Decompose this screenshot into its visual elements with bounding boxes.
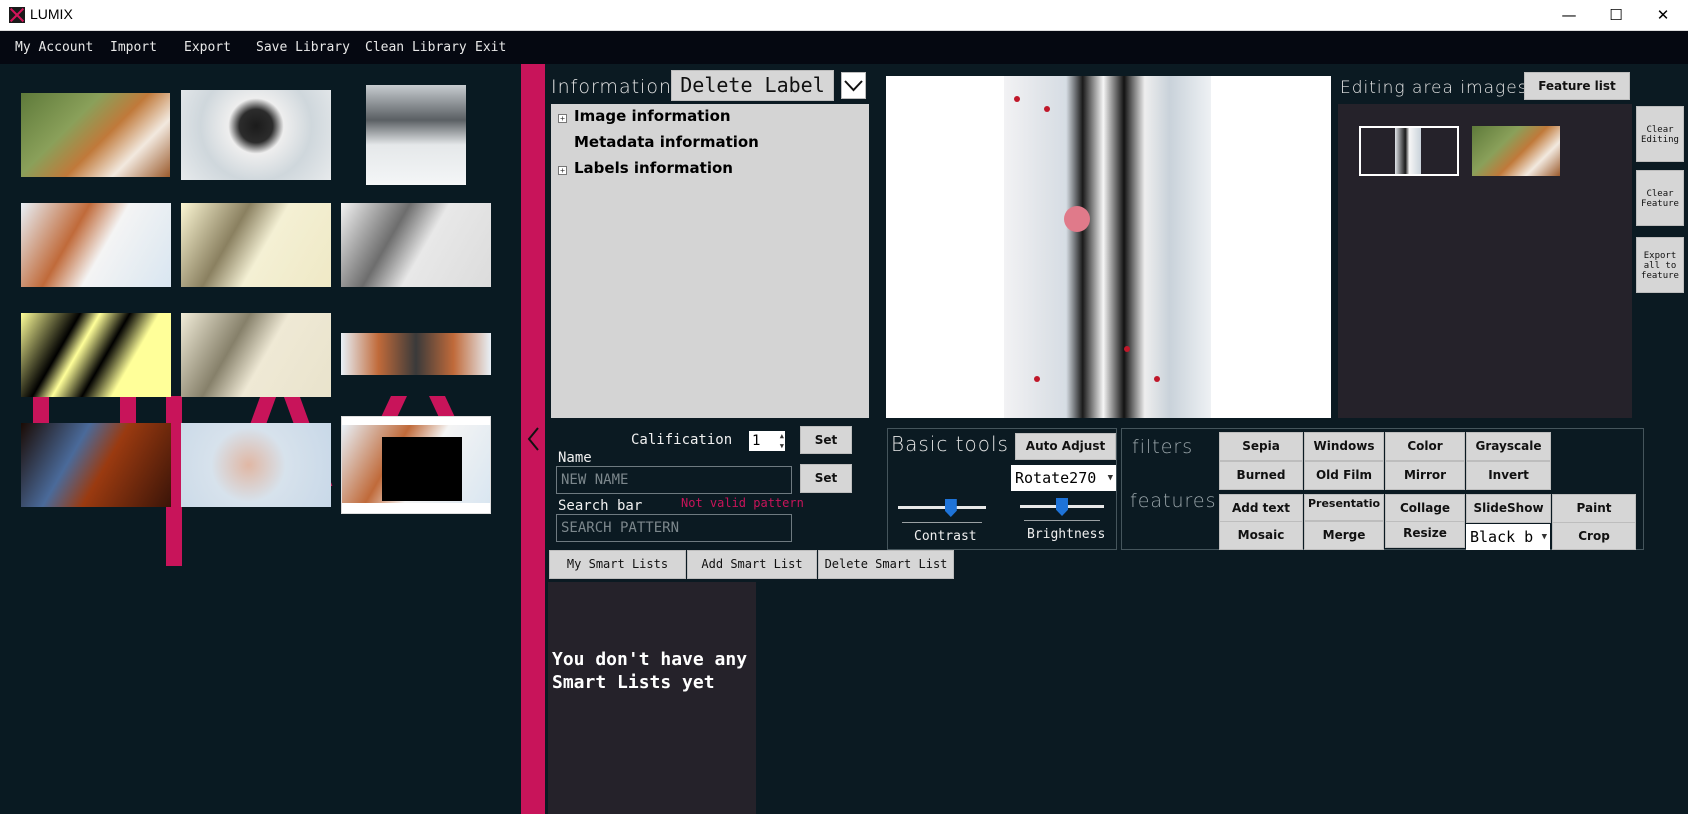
menu-my-account[interactable]: My Account (15, 40, 93, 55)
feature-mosaic-button[interactable]: Mosaic (1219, 521, 1303, 550)
calification-set-button[interactable]: Set (800, 426, 852, 454)
plus-box-icon[interactable]: + (558, 166, 567, 175)
calification-label: Calification (631, 432, 733, 448)
image-library (0, 64, 521, 814)
library-thumbnail[interactable] (21, 313, 171, 397)
dropdown-arrow-icon: ▼ (1541, 532, 1547, 542)
calification-value: 1 (752, 433, 761, 449)
library-thumbnail[interactable] (181, 90, 331, 180)
add-smart-list-button[interactable]: Add Smart List (687, 550, 817, 579)
filter-old-film-button[interactable]: Old Film (1304, 461, 1384, 490)
basic-tools-heading: Basic tools (891, 432, 1009, 456)
filter-sepia-button[interactable]: Sepia (1219, 432, 1303, 461)
paint-color-value: Black b (1470, 528, 1534, 546)
mosaic-black-region (382, 437, 462, 501)
library-thumbnail[interactable] (21, 203, 171, 287)
paint-color-select[interactable]: Black b ▼ (1466, 524, 1550, 550)
clear-feature-button[interactable]: Clear Feature (1636, 170, 1684, 226)
features-heading: features (1130, 490, 1217, 512)
rotate-selected-value: Rotate270 (1015, 469, 1097, 487)
feature-crop-button[interactable]: Crop (1552, 522, 1636, 550)
library-thumbnail[interactable] (21, 423, 171, 507)
chevron-left-icon[interactable] (525, 426, 543, 452)
library-thumbnail[interactable] (181, 203, 331, 287)
window-title: LUMIX (30, 6, 73, 22)
name-set-button[interactable]: Set (800, 464, 852, 493)
title-bar: LUMIX — ☐ ✕ (0, 0, 1688, 31)
editing-area-images (1338, 104, 1632, 418)
library-thumbnail-selected[interactable] (341, 416, 491, 514)
plus-box-icon[interactable]: + (558, 114, 567, 123)
delete-label-dropdown[interactable] (841, 72, 866, 99)
library-thumbnail[interactable] (366, 85, 466, 185)
tree-image-information[interactable]: Image information (574, 107, 731, 125)
search-bar-label: Search bar (558, 498, 643, 514)
lumix-logo-icon (9, 7, 25, 23)
filter-invert-button[interactable]: Invert (1466, 461, 1551, 490)
search-input[interactable]: SEARCH PATTERN (556, 514, 792, 542)
filter-mirror-button[interactable]: Mirror (1385, 461, 1465, 490)
delete-label-button[interactable]: Delete Label (671, 70, 834, 101)
chevron-down-icon (844, 80, 863, 92)
feature-merge-button[interactable]: Merge (1304, 521, 1384, 550)
contrast-ticks (902, 522, 982, 523)
menu-import[interactable]: Import (110, 40, 157, 55)
information-heading: Information (551, 76, 672, 98)
export-all-to-feature-button[interactable]: Export all to feature (1636, 237, 1684, 293)
library-thumbnail[interactable] (181, 313, 331, 397)
smart-lists-panel (548, 582, 756, 814)
filters-heading: filters (1132, 436, 1194, 458)
preview-image (1004, 76, 1211, 418)
auto-adjust-button[interactable]: Auto Adjust (1015, 433, 1116, 460)
feature-collage-button[interactable]: Collage (1385, 494, 1465, 523)
tree-labels-information[interactable]: Labels information (574, 159, 733, 177)
dropdown-arrow-icon: ▼ (1107, 473, 1113, 483)
library-thumbnail[interactable] (341, 333, 491, 375)
search-error-text: Not valid pattern (681, 496, 804, 510)
contrast-slider[interactable] (898, 506, 986, 509)
filter-grayscale-button[interactable]: Grayscale (1466, 432, 1551, 461)
filter-burned-button[interactable]: Burned (1219, 461, 1303, 490)
information-tree: + Image information Metadata information… (551, 104, 869, 418)
delete-smart-list-button[interactable]: Delete Smart List (818, 550, 954, 579)
filter-color-button[interactable]: Color (1385, 432, 1465, 461)
contrast-label: Contrast (914, 529, 977, 544)
tree-metadata-information[interactable]: Metadata information (574, 133, 759, 151)
filter-windows-button[interactable]: Windows (1304, 432, 1384, 461)
library-thumbnail[interactable] (181, 423, 331, 507)
image-preview (886, 76, 1331, 418)
brightness-ticks (1024, 520, 1100, 521)
calification-stepper[interactable]: 1 ▲ ▼ (749, 431, 785, 451)
feature-resize-button[interactable]: Resize (1385, 521, 1465, 548)
lumix-app: LUMIX — ☐ ✕ My Account Import Export Sav… (0, 0, 1688, 814)
editing-thumbnail[interactable] (1472, 126, 1560, 176)
editing-thumbnail-selected[interactable] (1359, 126, 1459, 176)
feature-paint-button[interactable]: Paint (1552, 494, 1636, 523)
feature-presentation-button[interactable]: Presentatio (1304, 494, 1384, 521)
library-thumbnail[interactable] (21, 93, 170, 177)
smart-lists-empty-message: You don't have any Smart Lists yet (552, 649, 748, 693)
name-label: Name (558, 450, 592, 466)
menu-clean-library[interactable]: Clean Library (365, 40, 467, 55)
editing-area-heading: Editing area images (1340, 78, 1528, 98)
maximize-button[interactable]: ☐ (1593, 0, 1639, 31)
close-button[interactable]: ✕ (1640, 0, 1686, 31)
minimize-button[interactable]: — (1546, 0, 1592, 31)
rotate-select[interactable]: Rotate270 ▼ (1011, 465, 1116, 491)
stepper-arrows-icon[interactable]: ▲ ▼ (780, 431, 784, 451)
menu-export[interactable]: Export (184, 40, 231, 55)
menu-save-library[interactable]: Save Library (256, 40, 350, 55)
feature-slideshow-button[interactable]: SlideShow (1466, 494, 1551, 523)
brightness-label: Brightness (1027, 527, 1106, 542)
clear-editing-button[interactable]: Clear Editing (1636, 106, 1684, 162)
tab-my-smart-lists[interactable]: My Smart Lists (549, 550, 686, 579)
feature-add-text-button[interactable]: Add text (1219, 494, 1303, 523)
menu-exit[interactable]: Exit (475, 40, 506, 55)
name-input[interactable]: NEW NAME (556, 466, 792, 494)
menu-bar: My Account Import Export Save Library Cl… (0, 31, 1688, 64)
library-thumbnail[interactable] (341, 203, 491, 287)
feature-list-button[interactable]: Feature list (1524, 72, 1630, 100)
